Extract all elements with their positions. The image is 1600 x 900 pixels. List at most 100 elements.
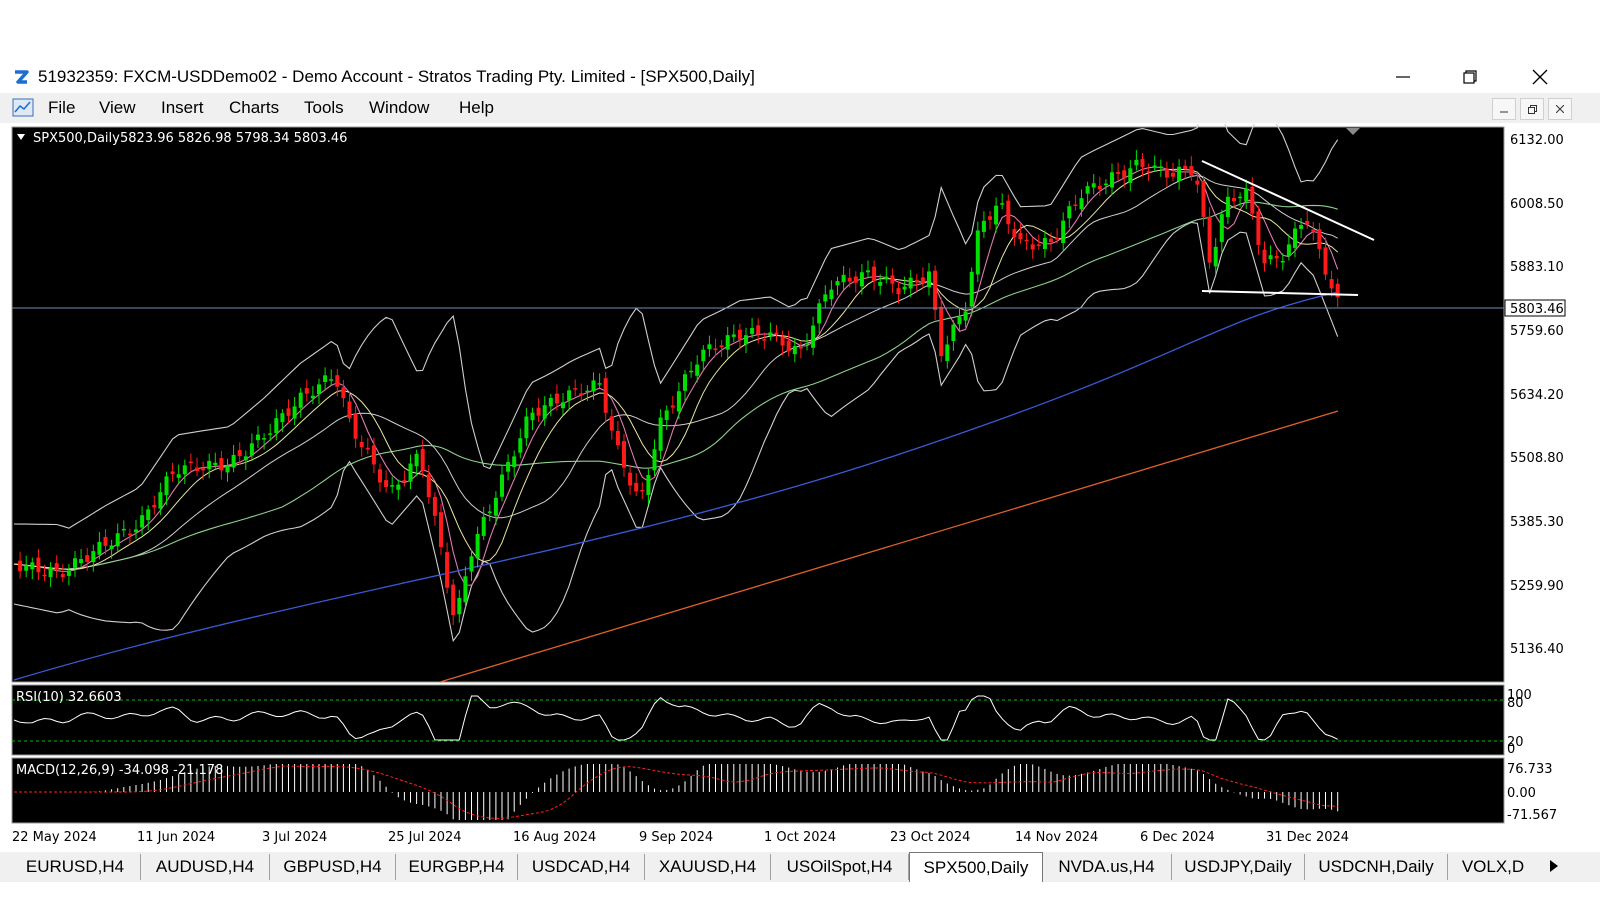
tab-eurgbp-h4[interactable]: EURGBP,H4 [396, 854, 518, 880]
candle-body [384, 480, 389, 488]
candle-body [1213, 246, 1218, 267]
candle-body [1219, 214, 1224, 242]
close-button[interactable] [1517, 62, 1563, 92]
candle-body [1158, 166, 1163, 168]
candle-body [60, 574, 65, 578]
candle-body [1097, 186, 1102, 190]
candle-body [829, 289, 834, 300]
price-axis-label: 5508.80 [1510, 451, 1564, 466]
candle-body [1116, 172, 1121, 174]
tab-xauusd-h4[interactable]: XAUUSD,H4 [645, 854, 771, 880]
price-axis-label: 5634.20 [1510, 388, 1564, 403]
tab-usdjpy-daily[interactable]: USDJPY,Daily [1172, 854, 1305, 880]
candle-body [158, 492, 163, 509]
candle-body [1018, 233, 1023, 240]
minimize-icon [1500, 111, 1508, 113]
candle-body [798, 347, 803, 349]
candle-body [914, 279, 919, 283]
candle-body [176, 474, 181, 478]
candle-body [201, 468, 206, 471]
menu-view[interactable]: View [99, 98, 136, 118]
candle-body [207, 460, 212, 470]
chart-minimize-button[interactable] [1492, 98, 1516, 120]
minimize-button[interactable] [1380, 62, 1426, 92]
candle-body [1079, 198, 1084, 210]
candle-body [1274, 255, 1279, 259]
chart-close-button[interactable] [1548, 98, 1572, 120]
candle-body [731, 334, 736, 337]
candle-body [274, 418, 279, 434]
candle-body [823, 294, 828, 302]
candle-body [658, 417, 663, 451]
candle-body [890, 275, 895, 284]
candle-body [457, 597, 462, 615]
candle-body [1256, 211, 1261, 245]
candle-body [1286, 244, 1291, 257]
candle-body [585, 390, 590, 393]
chart-restore-button[interactable] [1520, 98, 1544, 120]
main-chart-panel[interactable] [11, 126, 1505, 683]
candle-body [1262, 249, 1267, 264]
tab-usdcnh-daily[interactable]: USDCNH,Daily [1305, 854, 1448, 880]
restore-button[interactable] [1447, 62, 1493, 92]
candle-body [676, 391, 681, 412]
date-axis-label: 31 Dec 2024 [1266, 830, 1349, 845]
tab-volx-d[interactable]: VOLX,D [1448, 854, 1538, 880]
chart-window-icon[interactable] [12, 97, 36, 119]
candle-body [1103, 183, 1108, 186]
date-axis-label: 1 Oct 2024 [764, 830, 836, 845]
candle-body [1293, 228, 1297, 248]
candle-body [335, 375, 340, 387]
date-axis-label: 14 Nov 2024 [1015, 830, 1098, 845]
candle-body [1122, 170, 1127, 178]
candle-body [463, 576, 468, 603]
tab-usoilspot-h4[interactable]: USOilSpot,H4 [771, 854, 909, 880]
candle-body [1085, 186, 1090, 194]
candle-body [378, 469, 382, 483]
candle-body [243, 456, 248, 461]
menu-insert[interactable]: Insert [161, 98, 204, 118]
date-axis-label: 25 Jul 2024 [388, 830, 462, 845]
candle-body [1195, 180, 1200, 185]
macd-axis-label: 0.00 [1507, 786, 1536, 801]
candle-body [908, 277, 913, 289]
candle-body [817, 303, 822, 324]
price-axis-label: 5759.60 [1510, 324, 1564, 339]
restore-icon [1463, 70, 1477, 84]
chevron-right-icon [1550, 860, 1558, 872]
tab-nvda-h4[interactable]: NVDA.us,H4 [1042, 854, 1172, 880]
candle-body [1207, 216, 1212, 263]
candle-body [780, 336, 785, 346]
candle-body [1201, 180, 1206, 217]
candle-body [951, 324, 956, 342]
menu-window[interactable]: Window [369, 98, 429, 118]
candle-body [1055, 238, 1060, 240]
candle-body [1280, 261, 1285, 263]
candle-body [170, 471, 175, 475]
menu-file[interactable]: File [48, 98, 75, 118]
price-chart[interactable]: SPX500,Daily 5823.96 5826.98 5798.34 580… [0, 67, 1600, 852]
candle-body [341, 387, 346, 399]
candle-body [719, 345, 724, 348]
candle-body [402, 480, 407, 482]
candle-body [310, 395, 315, 399]
candle-body [475, 533, 480, 559]
candle-body [652, 449, 657, 471]
candle-body [713, 348, 718, 351]
candle-body [286, 408, 291, 416]
candle-body [786, 340, 791, 352]
candle-body [774, 332, 779, 335]
menu-tools[interactable]: Tools [304, 98, 344, 118]
tab-audusd-h4[interactable]: AUDUSD,H4 [141, 854, 270, 880]
tab-spx500-daily[interactable]: SPX500,Daily [909, 852, 1043, 882]
tab-gbpusd-h4[interactable]: GBPUSD,H4 [270, 854, 396, 880]
menu-charts[interactable]: Charts [229, 98, 279, 118]
tab-usdcad-h4[interactable]: USDCAD,H4 [518, 854, 645, 880]
candle-body [597, 383, 602, 385]
tab-eurusd-h4[interactable]: EURUSD,H4 [10, 854, 141, 880]
menu-help[interactable]: Help [459, 98, 494, 118]
candle-body [1177, 166, 1182, 182]
candle-body [426, 474, 431, 498]
tab-scroll-right-button[interactable] [1548, 858, 1560, 879]
restore-icon [1527, 104, 1537, 114]
